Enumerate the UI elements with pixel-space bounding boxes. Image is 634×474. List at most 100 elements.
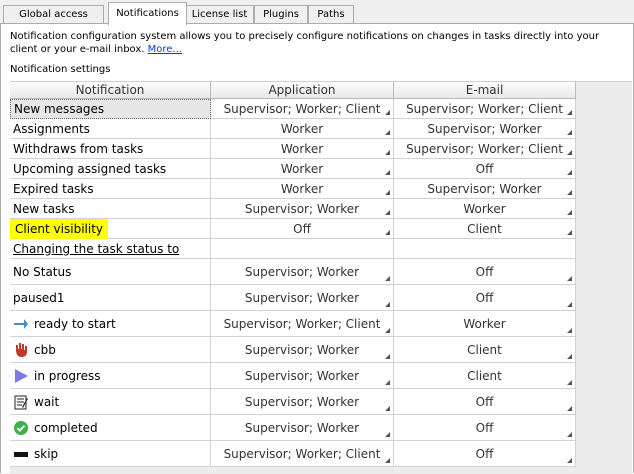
dropdown-corner-icon: [385, 190, 390, 195]
table-row: Changing the task status to: [10, 239, 576, 259]
dropdown-corner-icon: [567, 210, 572, 215]
tab-plugins[interactable]: Plugins: [254, 5, 308, 23]
dropdown-corner-icon: [567, 432, 572, 437]
notification-name-cell[interactable]: wait: [10, 389, 211, 415]
tab-global-access-rights[interactable]: Global access rights: [3, 5, 104, 37]
application-setting-value: Off: [293, 221, 311, 236]
email-setting-dropdown[interactable]: Off: [394, 259, 576, 285]
more-link[interactable]: More...: [148, 44, 182, 55]
tab-bar: Global access rights Notifications Licen…: [0, 0, 634, 37]
notification-name-cell[interactable]: New messages: [10, 99, 211, 119]
application-setting-dropdown[interactable]: Supervisor; Worker; Client: [211, 311, 394, 337]
email-setting-dropdown[interactable]: [394, 239, 576, 259]
hand-stop-icon: [13, 342, 29, 358]
application-setting-dropdown[interactable]: Supervisor; Worker: [211, 415, 394, 441]
email-setting-dropdown[interactable]: Supervisor; Worker; Client: [394, 99, 576, 119]
notification-label: New messages: [14, 102, 105, 116]
notification-name-cell[interactable]: Upcoming assigned tasks: [10, 159, 211, 179]
email-setting-dropdown[interactable]: Worker: [394, 311, 576, 337]
column-header-application[interactable]: Application: [211, 82, 394, 99]
table-row: Upcoming assigned tasks Worker Off: [10, 159, 576, 179]
email-setting-dropdown[interactable]: Supervisor; Worker: [394, 179, 576, 199]
email-setting-value: Client: [467, 221, 502, 236]
dropdown-corner-icon: [385, 210, 390, 215]
email-setting-dropdown[interactable]: Off: [394, 389, 576, 415]
application-setting-value: Supervisor; Worker: [244, 368, 360, 383]
notification-name-cell[interactable]: Client visibility: [10, 219, 211, 239]
application-setting-dropdown[interactable]: Supervisor; Worker: [211, 337, 394, 363]
column-header-email[interactable]: E-mail: [394, 82, 576, 99]
email-setting-dropdown[interactable]: Supervisor; Worker; Client: [394, 139, 576, 159]
email-setting-dropdown[interactable]: Worker: [394, 199, 576, 219]
email-setting-dropdown[interactable]: Off: [394, 415, 576, 441]
application-setting-value: Supervisor; Worker; Client: [223, 316, 381, 331]
email-setting-value: Supervisor; Worker: [427, 121, 542, 136]
notification-label: No Status: [13, 264, 72, 279]
dropdown-corner-icon: [567, 110, 572, 115]
email-setting-value: Client: [467, 342, 502, 357]
email-setting-dropdown[interactable]: Off: [394, 441, 576, 467]
email-setting-dropdown[interactable]: Supervisor; Worker: [394, 119, 576, 139]
dropdown-corner-icon: [385, 354, 390, 359]
notification-name-cell[interactable]: completed: [10, 415, 211, 441]
dropdown-corner-icon: [385, 110, 390, 115]
notification-name-cell[interactable]: in progress: [10, 363, 211, 389]
email-setting-value: Off: [475, 394, 494, 409]
notification-label: paused1: [13, 290, 65, 305]
application-setting-value: Supervisor; Worker: [244, 394, 360, 409]
table-row: Assignments Worker Supervisor; Worker: [10, 119, 576, 139]
application-setting-dropdown[interactable]: Off: [211, 219, 394, 239]
application-setting-dropdown[interactable]: Supervisor; Worker: [211, 363, 394, 389]
application-setting-dropdown[interactable]: [211, 239, 394, 259]
notification-label: Expired tasks: [13, 181, 94, 196]
email-setting-dropdown[interactable]: Off: [394, 159, 576, 179]
email-setting-dropdown[interactable]: Client: [394, 337, 576, 363]
dropdown-corner-icon: [567, 302, 572, 307]
table-row: New tasks Supervisor; Worker Worker: [10, 199, 576, 219]
notification-name-cell[interactable]: Changing the task status to: [10, 239, 211, 259]
application-setting-dropdown[interactable]: Worker: [211, 119, 394, 139]
email-setting-dropdown[interactable]: Client: [394, 363, 576, 389]
tab-notifications[interactable]: Notifications: [108, 2, 187, 25]
dropdown-corner-icon: [385, 432, 390, 437]
tab-license-list[interactable]: License list: [185, 5, 254, 23]
application-setting-dropdown[interactable]: Supervisor; Worker: [211, 199, 394, 219]
dropdown-corner-icon: [385, 380, 390, 385]
dropdown-corner-icon: [385, 170, 390, 175]
application-setting-dropdown[interactable]: Worker: [211, 159, 394, 179]
notification-name-cell[interactable]: paused1: [10, 285, 211, 311]
notification-name-cell[interactable]: cbb: [10, 337, 211, 363]
application-setting-dropdown[interactable]: Supervisor; Worker: [211, 389, 394, 415]
email-setting-value: Client: [467, 368, 502, 383]
email-setting-value: Off: [475, 264, 494, 279]
email-setting-dropdown[interactable]: Off: [394, 285, 576, 311]
dropdown-corner-icon: [385, 302, 390, 307]
notification-name-cell[interactable]: Expired tasks: [10, 179, 211, 199]
email-setting-value: Supervisor; Worker: [427, 181, 542, 196]
notification-name-cell[interactable]: Withdraws from tasks: [10, 139, 211, 159]
notification-name-cell[interactable]: New tasks: [10, 199, 211, 219]
dropdown-corner-icon: [385, 328, 390, 333]
notification-name-cell[interactable]: Assignments: [10, 119, 211, 139]
email-setting-value: Supervisor; Worker; Client: [406, 141, 563, 156]
dropdown-corner-icon: [385, 130, 390, 135]
application-setting-dropdown[interactable]: Worker: [211, 139, 394, 159]
application-setting-value: Worker: [280, 161, 324, 176]
description: Notification configuration system allows…: [10, 30, 620, 56]
tab-paths[interactable]: Paths: [308, 5, 354, 23]
application-setting-dropdown[interactable]: Supervisor; Worker; Client: [211, 99, 394, 119]
notification-label: completed: [34, 420, 98, 435]
table-row: No Status Supervisor; Worker Off: [10, 259, 576, 285]
column-header-notification[interactable]: Notification: [10, 82, 211, 99]
notification-name-cell[interactable]: No Status: [10, 259, 211, 285]
email-setting-dropdown[interactable]: Client: [394, 219, 576, 239]
application-setting-dropdown[interactable]: Supervisor; Worker; Client: [211, 441, 394, 467]
notification-name-cell[interactable]: ready to start: [10, 311, 211, 337]
application-setting-dropdown[interactable]: Supervisor; Worker: [211, 259, 394, 285]
dropdown-corner-icon: [567, 458, 572, 463]
dropdown-corner-icon: [567, 354, 572, 359]
application-setting-dropdown[interactable]: Supervisor; Worker: [211, 285, 394, 311]
notification-name-cell[interactable]: skip: [10, 441, 211, 467]
application-setting-dropdown[interactable]: Worker: [211, 179, 394, 199]
email-setting-value: Worker: [463, 316, 506, 331]
